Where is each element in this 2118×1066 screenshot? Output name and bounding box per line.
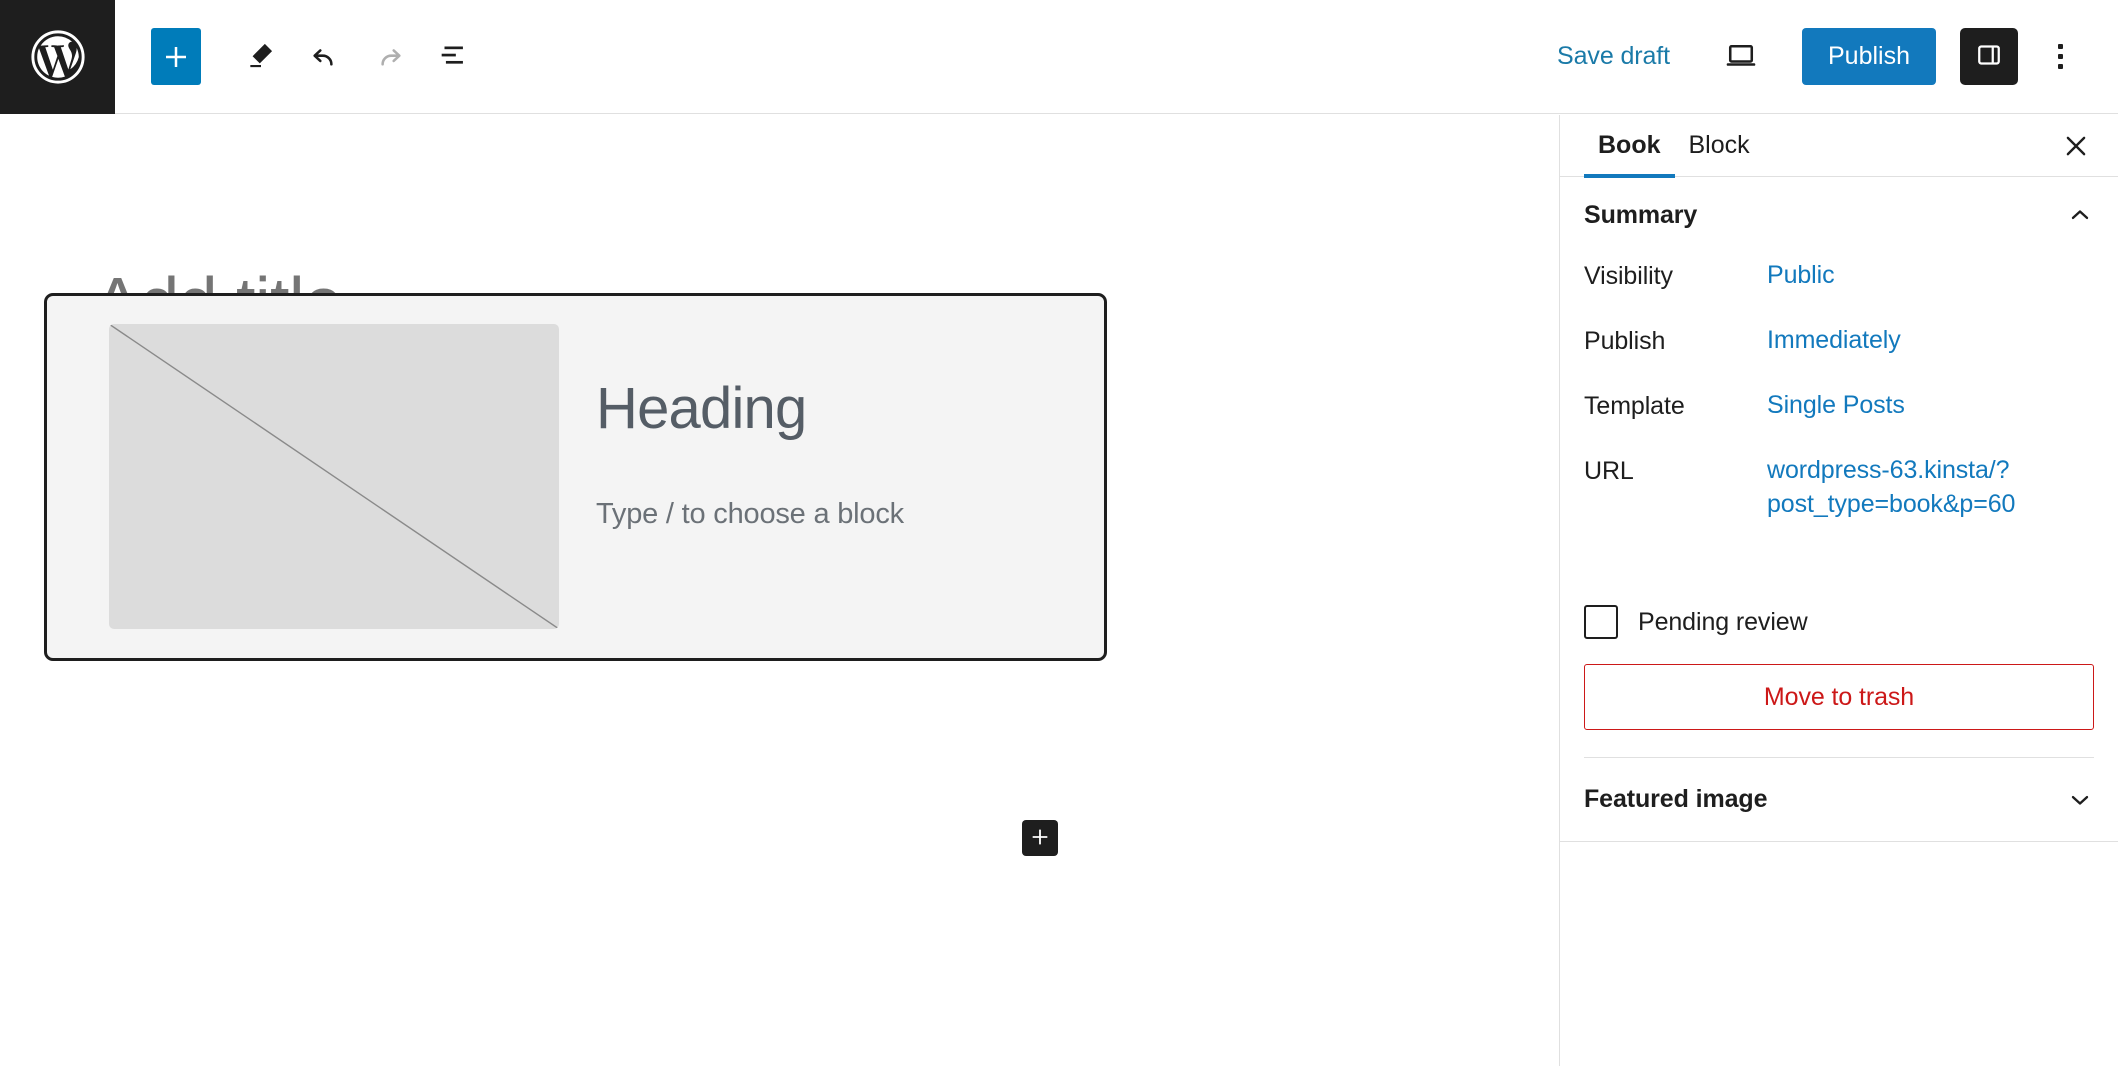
tools-button[interactable]: [229, 25, 293, 89]
chevron-up-icon: [2066, 201, 2094, 229]
block-appender-button[interactable]: [1022, 820, 1058, 856]
summary-row-url: URL wordpress-63.kinsta/?post_type=book&…: [1584, 448, 2094, 578]
chevron-down-icon: [2066, 786, 2094, 814]
sidebar-panel-icon: [1974, 40, 2004, 73]
toolbar-left-group: [115, 25, 485, 89]
image-placeholder[interactable]: [109, 324, 559, 629]
publish-value-button[interactable]: Immediately: [1767, 324, 1901, 358]
settings-toggle-button[interactable]: [1960, 28, 2018, 85]
editor-toolbar: Save draft Publish: [0, 0, 2118, 114]
summary-title: Summary: [1584, 200, 1698, 229]
visibility-value-button[interactable]: Public: [1767, 259, 1835, 293]
summary-row-publish: Publish Immediately: [1584, 318, 2094, 383]
sidebar-tabs: Book Block: [1560, 115, 2118, 178]
featured-image-title: Featured image: [1584, 785, 1768, 813]
settings-sidebar: Book Block Summary Visibility Public Pub…: [1559, 115, 2118, 1066]
tab-block[interactable]: Block: [1675, 115, 1764, 177]
paragraph-block-placeholder[interactable]: Type / to choose a block: [596, 498, 904, 531]
add-block-button[interactable]: [151, 28, 201, 85]
options-menu-button[interactable]: [2032, 27, 2088, 87]
url-value-button[interactable]: wordpress-63.kinsta/?post_type=book&p=60: [1767, 454, 2037, 521]
url-label: URL: [1584, 457, 1634, 485]
summary-panel: Summary Visibility Public Publish Immedi…: [1560, 177, 2118, 758]
editor-canvas: Add title Heading Type / to choose a blo…: [0, 115, 1559, 1066]
template-label: Template: [1584, 392, 1685, 420]
preview-button[interactable]: [1708, 27, 1774, 87]
tab-book[interactable]: Book: [1584, 115, 1675, 178]
pending-review-row[interactable]: Pending review: [1584, 594, 2094, 650]
pending-review-label: Pending review: [1638, 607, 1808, 636]
toolbar-right-group: Save draft Publish: [1543, 27, 2118, 87]
close-sidebar-button[interactable]: [2054, 125, 2098, 169]
save-draft-button[interactable]: Save draft: [1543, 32, 1684, 81]
pending-review-checkbox[interactable]: [1584, 605, 1618, 639]
close-icon: [2061, 131, 2091, 164]
summary-row-visibility: Visibility Public: [1584, 253, 2094, 318]
undo-button[interactable]: [293, 25, 357, 89]
undo-icon: [308, 38, 342, 75]
wordpress-logo-button[interactable]: [0, 0, 115, 114]
visibility-label: Visibility: [1584, 262, 1673, 290]
list-view-icon: [436, 38, 470, 75]
summary-panel-header[interactable]: Summary: [1584, 177, 2094, 253]
publish-button[interactable]: Publish: [1802, 28, 1936, 85]
selected-media-text-block[interactable]: Heading Type / to choose a block: [44, 293, 1107, 661]
desktop-preview-icon: [1722, 36, 1760, 77]
heading-block-text[interactable]: Heading: [596, 375, 807, 442]
pencil-icon: [245, 39, 277, 74]
more-vertical-icon: [2057, 44, 2063, 69]
plus-icon: [161, 42, 191, 72]
summary-row-template: Template Single Posts: [1584, 383, 2094, 448]
redo-icon: [372, 38, 406, 75]
featured-image-panel-header[interactable]: Featured image: [1560, 758, 2118, 842]
publish-label: Publish: [1584, 327, 1666, 355]
wordpress-logo-icon: [29, 28, 87, 86]
plus-icon: [1029, 826, 1051, 851]
template-value-button[interactable]: Single Posts: [1767, 389, 1905, 423]
redo-button[interactable]: [357, 25, 421, 89]
list-view-button[interactable]: [421, 25, 485, 89]
move-to-trash-button[interactable]: Move to trash: [1584, 664, 2094, 730]
